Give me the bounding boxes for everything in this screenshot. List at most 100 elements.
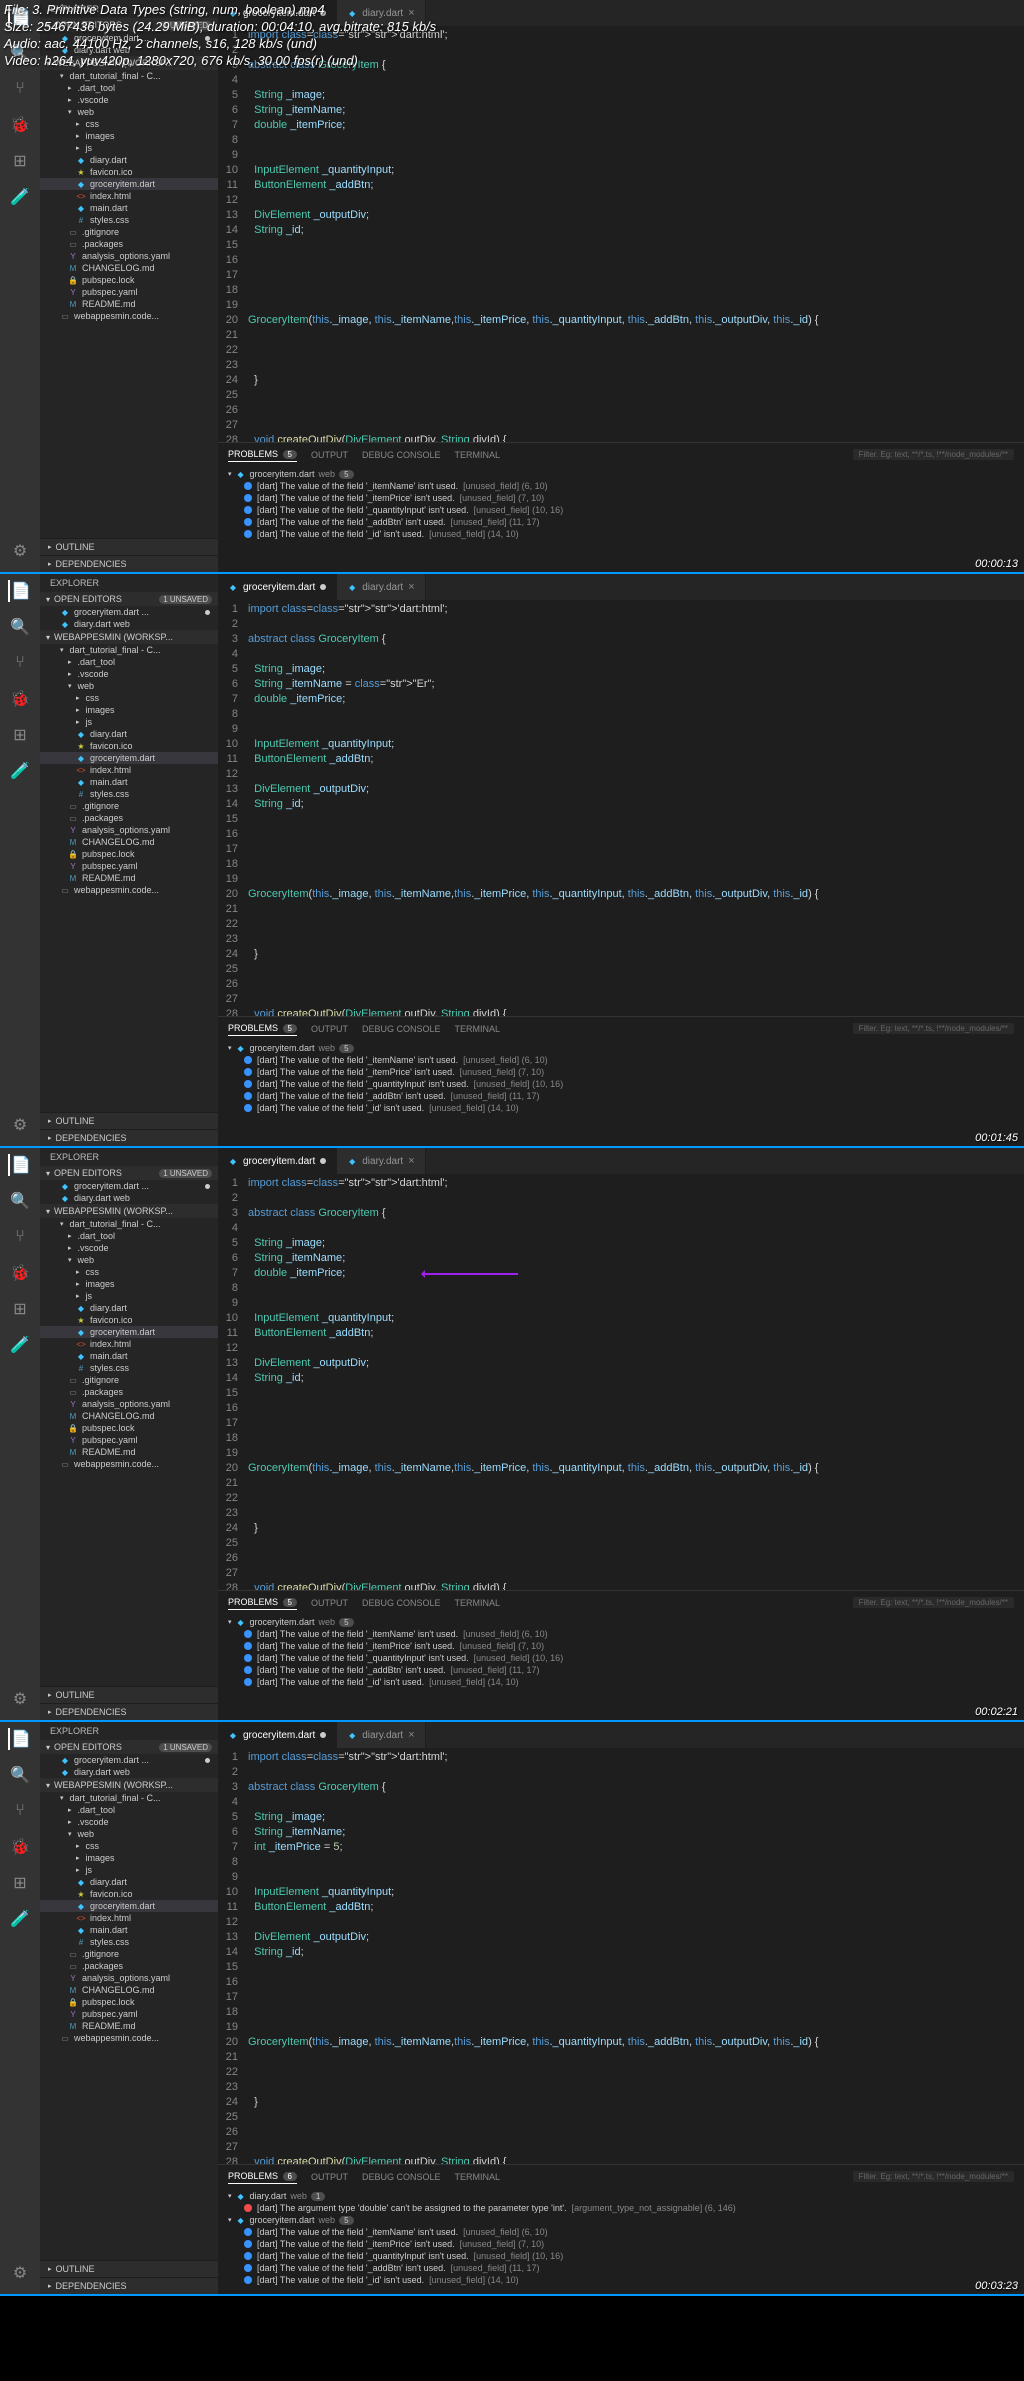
editor-tab[interactable]: ◆groceryitem.dart — [218, 1722, 337, 1748]
activity-icon[interactable]: 🧪 — [9, 760, 31, 782]
file-tree-item[interactable]: css — [40, 1266, 218, 1278]
file-tree-item[interactable]: Ypubspec.yaml — [40, 2008, 218, 2020]
account-icon[interactable]: ⚙ — [9, 1688, 31, 1710]
file-tree-item[interactable]: ▭.gitignore — [40, 226, 218, 238]
problems-tab[interactable]: PROBLEMS 5 — [228, 1021, 297, 1036]
activity-icon[interactable]: ⊞ — [9, 724, 31, 746]
file-tree-item[interactable]: ▭.packages — [40, 1960, 218, 1972]
file-tree-item[interactable]: web — [40, 1828, 218, 1840]
deps-section[interactable]: DEPENDENCIES — [40, 1703, 218, 1720]
problem-file[interactable]: ◆groceryitem.dart web 5 — [228, 468, 1014, 480]
activity-icon[interactable]: 🔍 — [9, 1190, 31, 1212]
debug-tab[interactable]: DEBUG CONSOLE — [362, 1022, 441, 1036]
file-tree-item[interactable]: .dart_tool — [40, 1804, 218, 1816]
terminal-tab[interactable]: TERMINAL — [455, 2170, 501, 2184]
problems-tab[interactable]: PROBLEMS 5 — [228, 1595, 297, 1610]
account-icon[interactable]: ⚙ — [9, 540, 31, 562]
problems-list[interactable]: ◆diary.dart web 1[dart] The argument typ… — [218, 2188, 1024, 2294]
activity-icon[interactable]: 📄 — [8, 1154, 30, 1176]
problem-item[interactable]: [dart] The value of the field '_itemPric… — [228, 2238, 1014, 2250]
problems-tab[interactable]: PROBLEMS 6 — [228, 2169, 297, 2184]
problems-filter[interactable]: Filter. Eg: text, **/*.ts, !**/node_modu… — [853, 2171, 1014, 2182]
file-tree-item[interactable]: ◆diary.dart — [40, 728, 218, 740]
activity-icon[interactable]: ⊞ — [9, 1298, 31, 1320]
code-editor[interactable]: 1234567891011121314151617181920212223242… — [218, 26, 1024, 442]
editor-tab[interactable]: ◆groceryitem.dart — [218, 574, 337, 600]
deps-section[interactable]: DEPENDENCIES — [40, 555, 218, 572]
open-editors-header[interactable]: OPEN EDITORS1 UNSAVED — [40, 1740, 218, 1754]
file-tree-item[interactable]: web — [40, 1254, 218, 1266]
activity-icon[interactable]: ⑂ — [9, 78, 31, 100]
file-tree-item[interactable]: ★favicon.ico — [40, 740, 218, 752]
activity-icon[interactable]: ⊞ — [9, 1872, 31, 1894]
debug-tab[interactable]: DEBUG CONSOLE — [362, 448, 441, 462]
open-editor-item[interactable]: ◆groceryitem.dart ... — [40, 606, 218, 618]
file-tree-item[interactable]: js — [40, 142, 218, 154]
problems-filter[interactable]: Filter. Eg: text, **/*.ts, !**/node_modu… — [853, 449, 1014, 460]
workspace-header[interactable]: WEBAPPESMIN (WORKSP... — [40, 1778, 218, 1792]
problem-item[interactable]: [dart] The value of the field '_id' isn'… — [228, 1676, 1014, 1688]
file-tree-item[interactable]: ★favicon.ico — [40, 1888, 218, 1900]
file-tree-item[interactable]: ◆groceryitem.dart — [40, 1900, 218, 1912]
code-content[interactable]: import class=class="str">"str">'dart:htm… — [248, 1174, 1024, 1590]
problem-item[interactable]: [dart] The value of the field '_addBtn' … — [228, 1090, 1014, 1102]
problem-item[interactable]: [dart] The value of the field '_quantity… — [228, 504, 1014, 516]
problem-item[interactable]: [dart] The value of the field '_itemPric… — [228, 1066, 1014, 1078]
file-tree-item[interactable]: ▭webappesmin.code... — [40, 310, 218, 322]
problem-file[interactable]: ◆groceryitem.dart web 5 — [228, 1616, 1014, 1628]
code-editor[interactable]: 1234567891011121314151617181920212223242… — [218, 1174, 1024, 1590]
file-tree-item[interactable]: ▭webappesmin.code... — [40, 2032, 218, 2044]
file-tree-item[interactable]: <>index.html — [40, 1912, 218, 1924]
output-tab[interactable]: OUTPUT — [311, 1596, 348, 1610]
file-tree-item[interactable]: ▭.gitignore — [40, 800, 218, 812]
file-tree-item[interactable]: css — [40, 692, 218, 704]
file-tree-item[interactable]: #styles.css — [40, 1936, 218, 1948]
file-tree-item[interactable]: ▭webappesmin.code... — [40, 884, 218, 896]
open-editor-item[interactable]: ◆groceryitem.dart ... — [40, 1754, 218, 1766]
file-tree-item[interactable]: .dart_tool — [40, 1230, 218, 1242]
problem-item[interactable]: [dart] The value of the field '_id' isn'… — [228, 528, 1014, 540]
activity-icon[interactable]: ⑂ — [9, 652, 31, 674]
activity-icon[interactable]: ⑂ — [9, 1800, 31, 1822]
file-tree-item[interactable]: ◆groceryitem.dart — [40, 752, 218, 764]
open-editors-header[interactable]: OPEN EDITORS1 UNSAVED — [40, 592, 218, 606]
file-tree-item[interactable]: dart_tutorial_final - C... — [40, 1218, 218, 1230]
activity-icon[interactable]: 🐞 — [9, 1836, 31, 1858]
open-editor-item[interactable]: ◆diary.dart web — [40, 618, 218, 630]
file-tree-item[interactable]: ▭.packages — [40, 812, 218, 824]
file-tree-item[interactable]: Yanalysis_options.yaml — [40, 824, 218, 836]
problem-item[interactable]: [dart] The value of the field '_itemName… — [228, 1054, 1014, 1066]
problem-item[interactable]: [dart] The value of the field '_quantity… — [228, 1652, 1014, 1664]
code-content[interactable]: import class=class="str">"str">'dart:htm… — [248, 600, 1024, 1016]
activity-icon[interactable]: 🐞 — [9, 1262, 31, 1284]
problem-item[interactable]: [dart] The value of the field '_addBtn' … — [228, 516, 1014, 528]
activity-icon[interactable]: 🔍 — [9, 616, 31, 638]
debug-tab[interactable]: DEBUG CONSOLE — [362, 1596, 441, 1610]
file-tree-item[interactable]: ★favicon.ico — [40, 1314, 218, 1326]
terminal-tab[interactable]: TERMINAL — [455, 448, 501, 462]
problem-file[interactable]: ◆diary.dart web 1 — [228, 2190, 1014, 2202]
problem-file[interactable]: ◆groceryitem.dart web 5 — [228, 1042, 1014, 1054]
file-tree-item[interactable]: ◆diary.dart — [40, 1302, 218, 1314]
activity-icon[interactable]: 🐞 — [9, 688, 31, 710]
file-tree-item[interactable]: Ypubspec.yaml — [40, 1434, 218, 1446]
file-tree-item[interactable]: .dart_tool — [40, 656, 218, 668]
file-tree-item[interactable]: MCHANGELOG.md — [40, 1410, 218, 1422]
file-tree-item[interactable]: images — [40, 130, 218, 142]
editor-tab[interactable]: ◆diary.dart× — [337, 574, 425, 600]
file-tree-item[interactable]: Ypubspec.yaml — [40, 860, 218, 872]
file-tree-item[interactable]: ▭.gitignore — [40, 1948, 218, 1960]
problem-item[interactable]: [dart] The value of the field '_addBtn' … — [228, 1664, 1014, 1676]
file-tree-item[interactable]: .dart_tool — [40, 82, 218, 94]
outline-section[interactable]: OUTLINE — [40, 1112, 218, 1129]
file-tree-item[interactable]: #styles.css — [40, 1362, 218, 1374]
problems-tab[interactable]: PROBLEMS 5 — [228, 447, 297, 462]
problems-list[interactable]: ◆groceryitem.dart web 5 [dart] The value … — [218, 1614, 1024, 1720]
problem-item[interactable]: [dart] The value of the field '_itemName… — [228, 2226, 1014, 2238]
output-tab[interactable]: OUTPUT — [311, 1022, 348, 1036]
file-tree-item[interactable]: <>index.html — [40, 1338, 218, 1350]
file-tree-item[interactable]: MREADME.md — [40, 872, 218, 884]
problems-list[interactable]: ◆groceryitem.dart web 5[dart] The value … — [218, 1040, 1024, 1146]
file-tree-item[interactable]: MREADME.md — [40, 1446, 218, 1458]
file-tree-item[interactable]: ◆main.dart — [40, 776, 218, 788]
